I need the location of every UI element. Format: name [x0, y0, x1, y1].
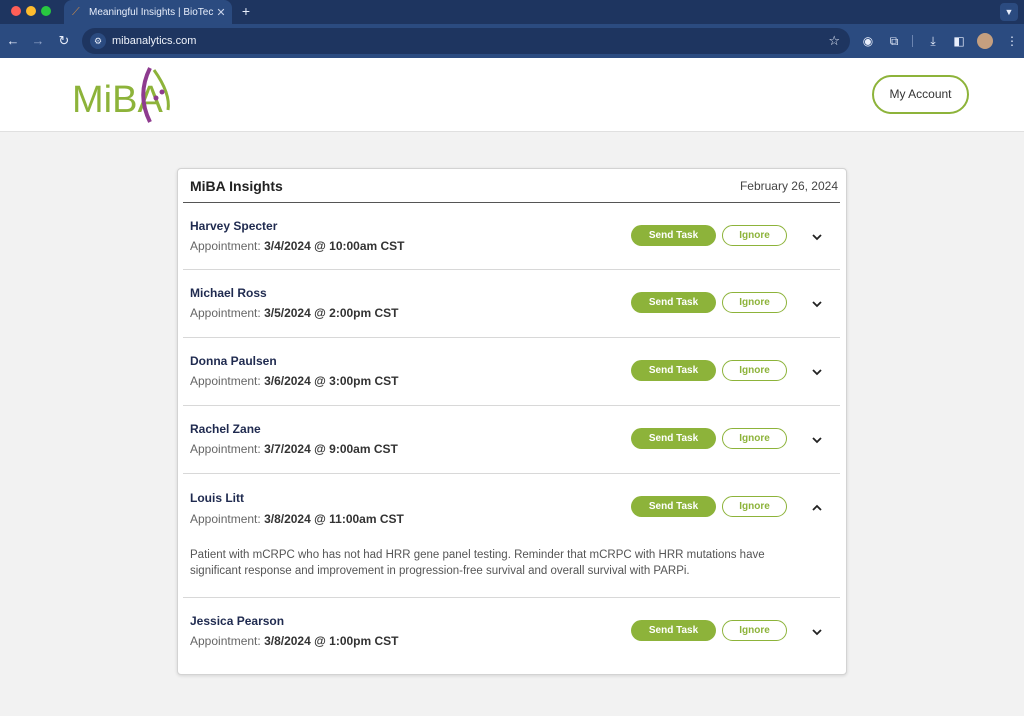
appointment-text: Appointment: 3/7/2024 @ 9:00am CST	[190, 442, 398, 456]
appointment-text: Appointment: 3/4/2024 @ 10:00am CST	[190, 239, 405, 253]
send-task-button[interactable]: Send Task	[631, 225, 716, 246]
ignore-button[interactable]: Ignore	[722, 225, 787, 246]
ignore-button[interactable]: Ignore	[722, 428, 787, 449]
appointment-text: Appointment: 3/5/2024 @ 2:00pm CST	[190, 306, 399, 320]
card-header: MiBA Insights February 26, 2024	[183, 169, 840, 203]
ignore-button[interactable]: Ignore	[722, 292, 787, 313]
browser-toolbar: ← → ↻ ⚙ mibanalytics.com ☆ ◉ ⧉ ⤓ ◧ ⋮	[0, 24, 1024, 58]
appointment-value: 3/4/2024 @ 10:00am CST	[264, 239, 405, 253]
browser-menu-icon[interactable]: ⋮	[1003, 32, 1021, 50]
patient-name: Jessica Pearson	[190, 614, 285, 628]
chevron-down-icon[interactable]	[810, 297, 824, 311]
ignore-button[interactable]: Ignore	[722, 360, 787, 381]
send-task-button[interactable]: Send Task	[631, 292, 716, 313]
card-date: February 26, 2024	[739, 179, 838, 193]
chevron-down-icon[interactable]	[810, 230, 824, 244]
extensions-puzzle-icon[interactable]: ⧉	[885, 32, 903, 50]
send-task-button[interactable]: Send Task	[631, 428, 716, 449]
download-icon[interactable]: ⤓	[924, 32, 942, 50]
reload-icon[interactable]: ↻	[55, 31, 73, 51]
chevron-up-icon[interactable]	[810, 501, 824, 515]
send-task-button[interactable]: Send Task	[631, 360, 716, 381]
patient-name: Louis Litt	[190, 491, 244, 505]
my-account-button[interactable]: My Account	[872, 75, 969, 114]
browser-tab-active[interactable]: ⟋ Meaningful Insights | BioTech ✕	[64, 0, 232, 24]
window-zoom-button[interactable]	[41, 6, 51, 16]
appointment-text: Appointment: 3/8/2024 @ 1:00pm CST	[190, 634, 399, 648]
bookmark-star-icon[interactable]: ☆	[828, 28, 840, 54]
appointment-label: Appointment:	[190, 306, 261, 320]
back-arrow-icon[interactable]: ←	[4, 31, 22, 51]
forward-arrow-icon[interactable]: →	[29, 31, 47, 51]
camera-icon[interactable]: ◉	[859, 32, 877, 50]
new-tab-button[interactable]: +	[238, 2, 254, 20]
patient-name: Rachel Zane	[190, 422, 261, 436]
appointment-label: Appointment:	[190, 374, 261, 388]
send-task-button[interactable]: Send Task	[631, 496, 716, 517]
logo-dot-icon	[159, 89, 165, 95]
appointment-value: 3/8/2024 @ 1:00pm CST	[264, 634, 399, 648]
patient-row: Donna Paulsen Appointment: 3/6/2024 @ 3:…	[183, 338, 840, 406]
appointment-value: 3/8/2024 @ 11:00am CST	[264, 512, 404, 526]
appointment-label: Appointment:	[190, 512, 261, 526]
address-bar[interactable]: ⚙ mibanalytics.com ☆	[82, 28, 850, 54]
patient-row: Rachel Zane Appointment: 3/7/2024 @ 9:00…	[183, 406, 840, 474]
window-minimize-button[interactable]	[26, 6, 36, 16]
ignore-button[interactable]: Ignore	[722, 620, 787, 641]
site-header: MiBA My Account	[0, 58, 1024, 132]
patient-row: Michael Ross Appointment: 3/5/2024 @ 2:0…	[183, 270, 840, 338]
tab-search-chevron-icon[interactable]: ▼	[1000, 3, 1018, 21]
patient-row: Harvey Specter Appointment: 3/4/2024 @ 1…	[183, 203, 840, 270]
chevron-down-icon[interactable]	[810, 433, 824, 447]
favicon-icon: ⟋	[72, 6, 80, 18]
tab-title: Meaningful Insights | BioTech	[89, 6, 214, 18]
chevron-down-icon[interactable]	[810, 625, 824, 639]
url-text[interactable]: mibanalytics.com	[112, 28, 196, 54]
patient-name: Harvey Specter	[190, 219, 278, 233]
patient-row-expanded: Louis Litt Appointment: 3/8/2024 @ 11:00…	[183, 474, 840, 598]
appointment-label: Appointment:	[190, 239, 261, 253]
appointment-value: 3/6/2024 @ 3:00pm CST	[264, 374, 399, 388]
appointment-label: Appointment:	[190, 634, 261, 648]
patient-name: Michael Ross	[190, 286, 267, 300]
appointment-label: Appointment:	[190, 442, 261, 456]
card-title: MiBA Insights	[190, 178, 283, 194]
send-task-button[interactable]: Send Task	[631, 620, 716, 641]
miba-logo[interactable]: MiBA	[72, 64, 176, 126]
browser-tab-bar: ⟋ Meaningful Insights | BioTech ✕ + ▼	[0, 0, 1024, 24]
window-close-button[interactable]	[11, 6, 21, 16]
site-settings-icon[interactable]: ⚙	[90, 33, 106, 49]
profile-avatar[interactable]	[977, 33, 993, 49]
ignore-button[interactable]: Ignore	[722, 496, 787, 517]
patient-row: Jessica Pearson Appointment: 3/8/2024 @ …	[183, 598, 840, 668]
insight-note: Patient with mCRPC who has not had HRR g…	[190, 549, 765, 577]
insights-card: MiBA Insights February 26, 2024 Harvey S…	[177, 168, 847, 675]
side-panel-icon[interactable]: ◧	[950, 32, 968, 50]
patient-name: Donna Paulsen	[190, 354, 277, 368]
logo-text: MiBA	[72, 79, 163, 121]
logo-dot-icon	[153, 95, 159, 101]
appointment-value: 3/7/2024 @ 9:00am CST	[264, 442, 398, 456]
appointment-text: Appointment: 3/6/2024 @ 3:00pm CST	[190, 374, 399, 388]
appointment-value: 3/5/2024 @ 2:00pm CST	[264, 306, 399, 320]
tab-close-icon[interactable]: ✕	[214, 6, 228, 19]
toolbar-divider	[912, 35, 913, 47]
chevron-down-icon[interactable]	[810, 365, 824, 379]
appointment-text: Appointment: 3/8/2024 @ 11:00am CST	[190, 512, 404, 526]
